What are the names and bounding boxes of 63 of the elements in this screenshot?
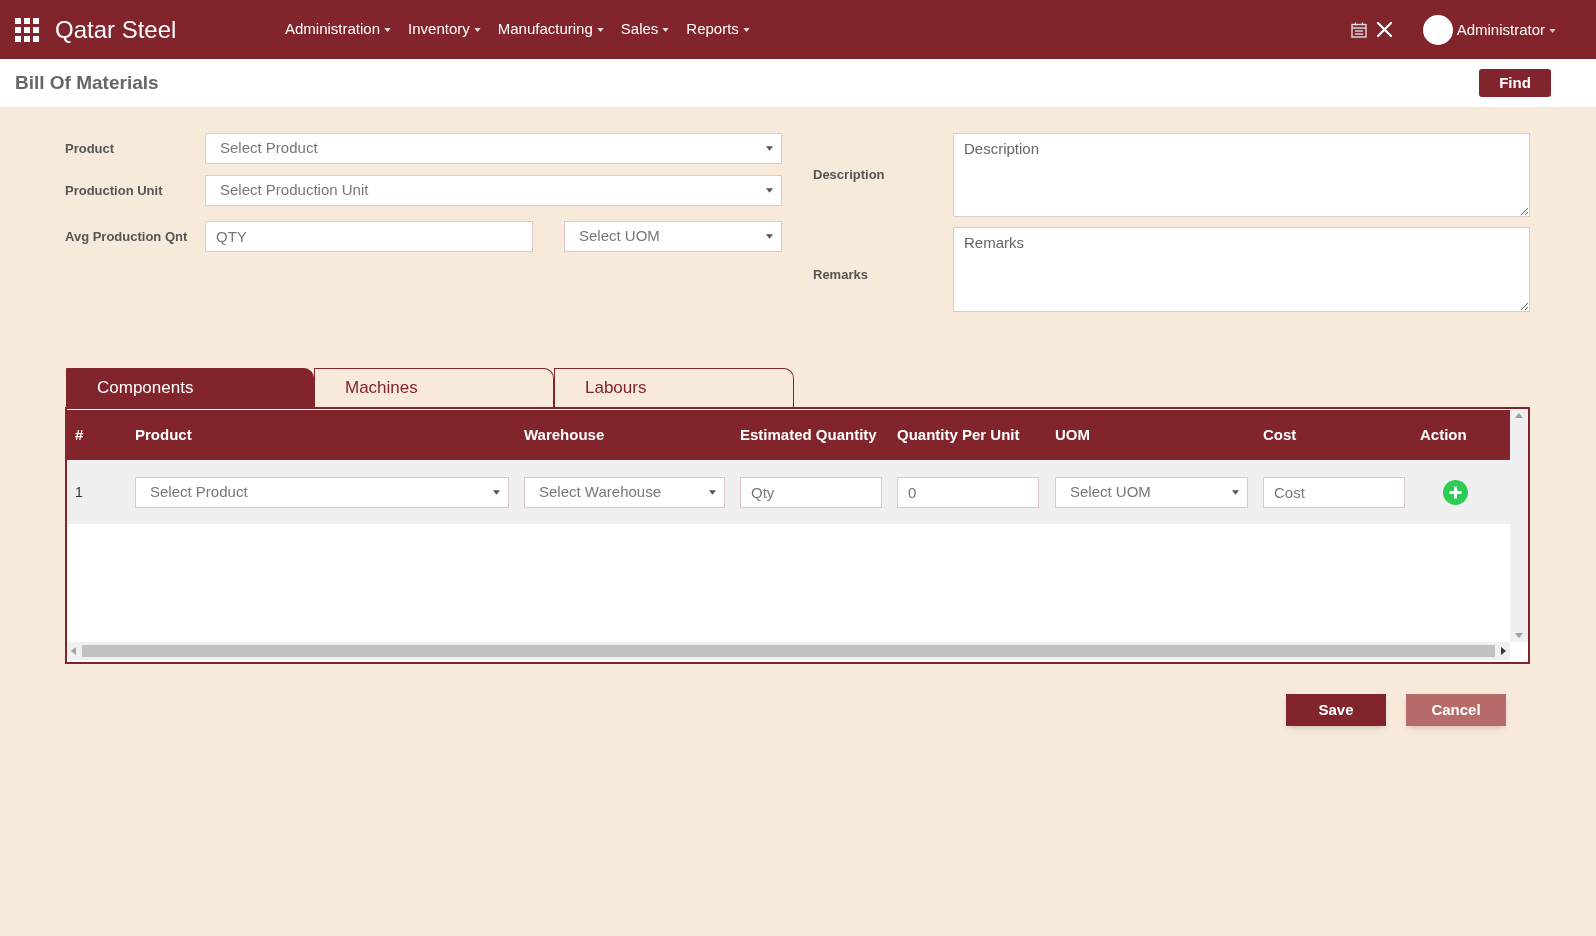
remarks-field[interactable]: Remarks: [953, 227, 1530, 312]
horizontal-scrollbar[interactable]: [67, 642, 1510, 660]
caret-icon: [766, 146, 773, 151]
field-label: Remarks: [813, 265, 869, 284]
scroll-down-icon[interactable]: [1515, 633, 1523, 638]
description-field[interactable]: Description: [953, 133, 1530, 217]
input-field[interactable]: Qty: [740, 476, 882, 508]
tab[interactable]: Machines: [314, 368, 554, 407]
page-title: Bill Of Materials: [15, 70, 159, 95]
nav-menu[interactable]: Reports: [686, 18, 750, 41]
caret-icon: [473, 27, 481, 32]
column-header: Action: [1420, 424, 1468, 445]
dropdown[interactable]: Select Product: [135, 476, 509, 508]
column-header: Product: [135, 424, 193, 445]
nav-menu[interactable]: Administration: [285, 18, 392, 41]
caret-icon: [1232, 489, 1239, 495]
dropdown[interactable]: Select UOM: [1055, 476, 1248, 508]
field-label: Production Unit: [65, 181, 164, 200]
column-header: Estimated Quantity: [740, 424, 878, 445]
apps-grid-icon[interactable]: [15, 17, 39, 42]
nav-menu[interactable]: Inventory: [408, 18, 481, 41]
product-dropdown[interactable]: Select Product: [205, 133, 782, 164]
user-menu[interactable]: Administrator: [1456, 19, 1556, 42]
column-header: #: [74, 424, 85, 445]
action-button[interactable]: Cancel: [1406, 694, 1506, 726]
nav-menu[interactable]: Manufacturing: [497, 18, 604, 41]
caret-icon: [1549, 28, 1556, 33]
tab[interactable]: Components: [66, 368, 314, 407]
vertical-scrollbar[interactable]: [1510, 409, 1528, 642]
caret-icon: [766, 234, 773, 239]
add-icon[interactable]: [1443, 479, 1468, 505]
caret-icon: [384, 27, 392, 32]
input-field[interactable]: 0: [897, 476, 1039, 508]
scrollbar-thumb[interactable]: [82, 645, 1495, 657]
action-button[interactable]: Save: [1286, 694, 1386, 726]
calendar-icon[interactable]: [1350, 21, 1367, 38]
avatar[interactable]: [1422, 14, 1453, 45]
quantity-field[interactable]: QTY: [205, 221, 533, 252]
production-unit-dropdown[interactable]: Select Production Unit: [205, 175, 782, 206]
input-field[interactable]: Cost: [1263, 476, 1405, 508]
tab[interactable]: Labours: [554, 368, 794, 407]
uom-dropdown[interactable]: Select UOM: [564, 221, 782, 252]
dropdown[interactable]: Select Warehouse: [524, 476, 725, 508]
scroll-up-icon[interactable]: [1515, 413, 1523, 418]
caret-icon: [662, 27, 670, 32]
caret-icon: [596, 27, 604, 32]
column-header: UOM: [1055, 424, 1091, 445]
field-label: Product: [65, 139, 116, 158]
scroll-left-icon[interactable]: [71, 647, 76, 655]
caret-icon: [493, 489, 500, 495]
row-number: 1: [74, 482, 84, 502]
app-title: Qatar Steel: [55, 14, 178, 45]
find-button[interactable]: Find: [1479, 69, 1551, 97]
nav-menu[interactable]: Sales: [620, 18, 670, 41]
scroll-right-icon[interactable]: [1501, 647, 1506, 655]
caret-icon: [709, 489, 716, 495]
column-header: Warehouse: [524, 424, 606, 445]
caret-icon: [766, 188, 773, 193]
column-header: Quantity Per Unit: [897, 424, 1021, 445]
column-header: Cost: [1263, 424, 1298, 445]
caret-icon: [742, 27, 750, 32]
field-label: Description: [813, 166, 886, 185]
field-label: Avg Production Qnt: [65, 227, 189, 246]
